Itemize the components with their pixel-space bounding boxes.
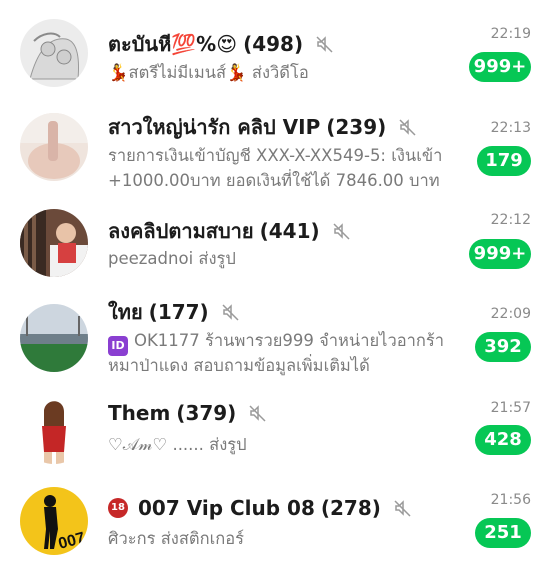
muted-speaker-icon xyxy=(316,36,333,53)
message-preview-line2: หมาป่าแดง สอบถามข้อมูลเพิ่มเติมได้ xyxy=(108,356,370,375)
member-count: (278) xyxy=(320,496,381,520)
chat-name: ใทย xyxy=(108,300,143,324)
timestamp: 22:12 xyxy=(490,212,531,228)
preview-text: OK1177 ร้านพารวย999 จำหน่ายไวอากร้า xyxy=(134,331,445,350)
muted-speaker-icon xyxy=(249,405,266,422)
chat-row[interactable]: Them (379) ♡𝒜𝓂♡ ...... ส่งรูป 21:57 428 xyxy=(0,392,553,472)
timestamp: 22:09 xyxy=(490,306,531,322)
chat-title: ใทย (177) xyxy=(108,296,241,328)
timestamp: 21:56 xyxy=(490,492,531,508)
chat-name: Them xyxy=(108,401,171,425)
unread-badge: 251 xyxy=(475,518,531,548)
muted-speaker-icon xyxy=(399,119,416,136)
chat-name: ลงคลิปตามสบาย xyxy=(108,219,254,243)
message-preview: ศิวะกร ส่งสติกเกอร์ xyxy=(108,529,245,548)
avatar xyxy=(20,113,88,181)
chat-title: สาวใหญ่น่ารัก คลิป VIP (239) xyxy=(108,111,418,143)
timestamp: 22:19 xyxy=(490,26,531,42)
avatar xyxy=(20,19,88,87)
message-preview: peezadnoi ส่งรูป xyxy=(108,249,236,268)
chat-name: 007 Vip Club 08 xyxy=(138,496,315,520)
member-count: (177) xyxy=(148,300,209,324)
message-preview-line1: รายการเงินเข้าบัญชี XXX-X-XX549-5: เงินเ… xyxy=(108,146,443,165)
unread-badge: 999+ xyxy=(469,239,531,269)
avatar xyxy=(20,304,88,372)
muted-speaker-icon xyxy=(222,304,239,321)
avatar: 007 xyxy=(20,487,88,555)
adults-only-icon: 18 xyxy=(108,498,128,518)
timestamp: 22:13 xyxy=(490,120,531,136)
chat-title: 18 007 Vip Club 08 (278) xyxy=(108,496,413,520)
chat-row[interactable]: สาวใหญ่น่ารัก คลิป VIP (239) รายการเงินเ… xyxy=(0,106,553,202)
timestamp: 21:57 xyxy=(490,400,531,416)
unread-badge: 392 xyxy=(475,332,531,362)
unread-badge: 428 xyxy=(475,425,531,455)
message-preview: 💃สตรีไม่มีเมนส์💃 ส่งวิดีโอ xyxy=(108,63,309,82)
member-count: (379) xyxy=(176,401,237,425)
unread-badge: 179 xyxy=(477,146,531,176)
member-count: (498) xyxy=(243,32,304,56)
muted-speaker-icon xyxy=(333,223,350,240)
chat-title: ลงคลิปตามสบาย (441) xyxy=(108,215,352,247)
message-preview-line2: +1000.00บาท ยอดเงินที่ใช้ได้ 7846.00 บาท xyxy=(108,171,440,190)
message-preview: ♡𝒜𝓂♡ ...... ส่งรูป xyxy=(108,435,247,454)
chat-title: ตะบันหี💯%😍 (498) xyxy=(108,28,335,60)
chat-name: ตะบันหี💯%😍 xyxy=(108,32,238,56)
message-preview-line1: ID OK1177 ร้านพารวย999 จำหน่ายไวอากร้า xyxy=(108,328,444,356)
chat-row[interactable]: ตะบันหี💯%😍 (498) 💃สตรีไม่มีเมนส์💃 ส่งวิด… xyxy=(0,14,553,94)
unread-badge: 999+ xyxy=(469,52,531,82)
chat-name: สาวใหญ่น่ารัก คลิป VIP xyxy=(108,115,321,139)
chat-row[interactable]: ลงคลิปตามสบาย (441) peezadnoi ส่งรูป 22:… xyxy=(0,206,553,286)
chat-title: Them (379) xyxy=(108,401,268,425)
chat-row[interactable]: 007 18 007 Vip Club 08 (278) ศิวะกร ส่งส… xyxy=(0,484,553,564)
avatar xyxy=(20,396,88,464)
chat-row[interactable]: ใทย (177) ID OK1177 ร้านพารวย999 จำหน่ายไ… xyxy=(0,296,553,384)
member-count: (239) xyxy=(326,115,387,139)
avatar xyxy=(20,209,88,277)
muted-speaker-icon xyxy=(394,500,411,517)
member-count: (441) xyxy=(259,219,320,243)
